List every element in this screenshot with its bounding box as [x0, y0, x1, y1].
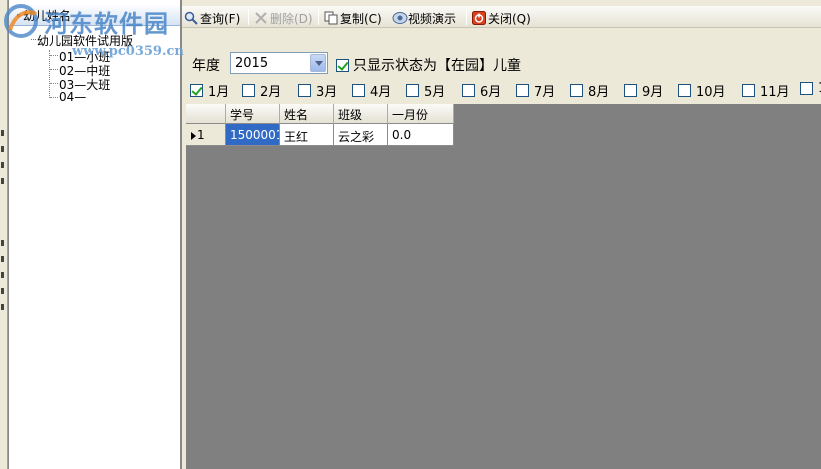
month-label: 6月: [480, 85, 502, 100]
chevron-down-icon[interactable]: [310, 54, 326, 72]
month-label: 4月: [370, 85, 392, 100]
month-checkbox-3[interactable]: 3月: [298, 81, 337, 100]
month-checkbox-12[interactable]: 1: [800, 81, 821, 96]
table-row[interactable]: 1 1500001 王红 云之彩 0.0: [186, 124, 454, 146]
checkbox-icon[interactable]: [352, 84, 365, 97]
query-button-label: 查询(F): [200, 11, 241, 26]
row-indicator-header[interactable]: [186, 104, 226, 124]
checkbox-icon[interactable]: [406, 84, 419, 97]
copy-button-label: 复制(C): [340, 11, 382, 26]
row-indicator[interactable]: 1: [186, 124, 226, 146]
tree-item-class-04[interactable]: 04—: [50, 90, 87, 104]
student-id-cell[interactable]: 1500001: [226, 124, 280, 146]
student-id-header[interactable]: 学号: [226, 104, 280, 124]
month-checkbox-row: 1月 2月 3月 4月 5月 6月 7月 8月 9月 10月 11月 1: [182, 80, 821, 100]
month-label: 1月: [208, 85, 230, 100]
month-checkbox-6[interactable]: 6月: [462, 81, 501, 100]
class-header[interactable]: 班级: [334, 104, 388, 124]
month-checkbox-8[interactable]: 8月: [570, 81, 609, 100]
class-tree-panel: 幼儿姓名 幼儿园软件试用版 01—小班 02—中班 03—大班 04—: [8, 0, 182, 469]
row-number: 1: [197, 128, 205, 142]
data-grid: 学号 姓名 班级 一月份 1 1500001 王红 云之彩 0.0: [186, 104, 821, 469]
checkbox-icon[interactable]: [678, 84, 691, 97]
class-cell[interactable]: 云之彩: [334, 124, 388, 146]
month-checkbox-1[interactable]: 1月: [190, 81, 229, 100]
search-icon: [184, 11, 198, 25]
checkbox-icon[interactable]: [516, 84, 529, 97]
month-checkbox-5[interactable]: 5月: [406, 81, 445, 100]
checkbox-icon[interactable]: [462, 84, 475, 97]
delete-x-icon: [254, 11, 268, 25]
year-select[interactable]: 2015: [230, 52, 328, 74]
copy-icon: [324, 11, 338, 25]
month-label: 10月: [696, 85, 726, 100]
month-label: 2月: [260, 85, 282, 100]
checkbox-icon[interactable]: [242, 84, 255, 97]
toolbar: 查询(F) 删除(D) 复制(C) 视频演示 关闭(Q): [182, 6, 821, 28]
left-edge-strip: [0, 0, 8, 469]
current-row-arrow-icon: [191, 131, 196, 140]
name-header[interactable]: 姓名: [280, 104, 334, 124]
copy-button[interactable]: 复制(C): [324, 7, 382, 27]
month-checkbox-2[interactable]: 2月: [242, 81, 281, 100]
checkbox-icon[interactable]: [742, 84, 755, 97]
month-checkbox-9[interactable]: 9月: [624, 81, 663, 100]
video-demo-button-label: 视频演示: [408, 11, 457, 26]
main-window: 幼儿姓名 幼儿园软件试用版 01—小班 02—中班 03—大班 04— 查询(F…: [0, 0, 821, 469]
month-label: 7月: [534, 85, 556, 100]
month-label: 9月: [642, 85, 664, 100]
checkbox-icon[interactable]: [570, 84, 583, 97]
power-close-icon: [472, 11, 486, 25]
video-camera-icon: [392, 11, 408, 25]
close-button[interactable]: 关闭(Q): [472, 7, 531, 27]
month-checkbox-11[interactable]: 11月: [742, 81, 790, 100]
watermark-title: 河东软件园: [44, 9, 169, 38]
name-cell[interactable]: 王红: [280, 124, 334, 146]
checkbox-icon[interactable]: [190, 84, 203, 97]
month-label: 3月: [316, 85, 338, 100]
close-button-label: 关闭(Q): [488, 11, 531, 26]
month-label: 11月: [760, 85, 790, 100]
checkbox-icon[interactable]: [336, 58, 349, 72]
active-only-checkbox[interactable]: 只显示状态为【在园】儿童: [336, 55, 521, 75]
month-1-cell[interactable]: 0.0: [388, 124, 454, 146]
month-checkbox-7[interactable]: 7月: [516, 81, 555, 100]
month-checkbox-4[interactable]: 4月: [352, 81, 391, 100]
filter-row: 年度 2015 只显示状态为【在园】儿童: [182, 50, 821, 78]
year-select-value: 2015: [235, 56, 269, 71]
month-label: 5月: [424, 85, 446, 100]
checkbox-icon[interactable]: [800, 82, 813, 95]
query-button[interactable]: 查询(F): [184, 7, 240, 27]
watermark-logo-icon: [4, 4, 38, 38]
watermark-url: www.pc0359.cn: [72, 44, 184, 59]
checkbox-icon[interactable]: [298, 84, 311, 97]
video-demo-button[interactable]: 视频演示: [392, 7, 456, 27]
checkbox-icon[interactable]: [624, 84, 637, 97]
month-label: 8月: [588, 85, 610, 100]
month-1-header[interactable]: 一月份: [388, 104, 454, 124]
grid-header: 学号 姓名 班级 一月份: [186, 104, 454, 124]
delete-button[interactable]: 删除(D): [254, 7, 313, 27]
active-only-label: 只显示状态为【在园】儿童: [353, 58, 521, 74]
month-checkbox-10[interactable]: 10月: [678, 81, 726, 100]
tree-item-label: 04—: [59, 90, 87, 104]
delete-button-label: 删除(D): [270, 11, 313, 26]
year-label: 年度: [192, 58, 220, 74]
